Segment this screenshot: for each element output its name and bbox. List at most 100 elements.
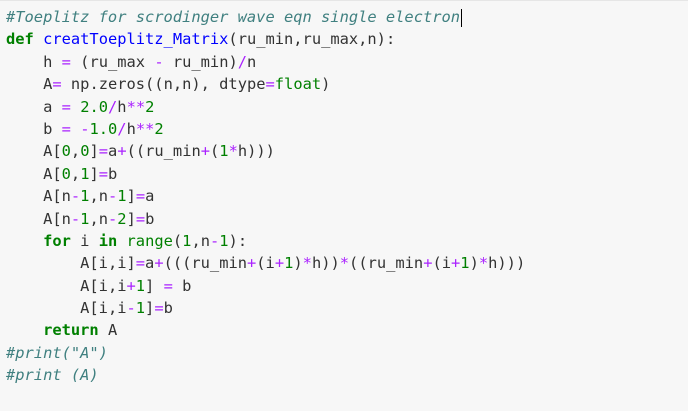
code-token: + [247, 254, 257, 273]
code-line[interactable]: return A [6, 319, 688, 341]
code-line[interactable]: #print("A") [6, 342, 688, 364]
code-token: ,n [89, 187, 108, 206]
code-token: b [145, 209, 155, 228]
text-cursor [461, 8, 463, 27]
code-token: + [274, 254, 285, 273]
code-token: - [108, 187, 118, 206]
code-token: n [247, 52, 257, 71]
code-token: b [172, 276, 192, 295]
code-token: / [108, 97, 118, 116]
code-token: #Toeplitz for scrodinger wave eqn single… [6, 8, 461, 26]
code-token: * [228, 142, 238, 161]
code-token: ,n [191, 231, 210, 250]
code-token: float [274, 75, 322, 94]
code-token: A[n [43, 209, 71, 228]
code-token: / [117, 119, 127, 138]
code-token: (((ru_min [163, 254, 247, 273]
code-token: 1 [135, 276, 146, 295]
code-token: a [145, 187, 155, 206]
code-token: return [43, 321, 99, 340]
code-token: ( [172, 231, 183, 250]
code-token: + [126, 276, 136, 295]
code-token: = [98, 164, 109, 183]
code-token: A [43, 75, 53, 94]
code-line[interactable]: A[0,0]=a+((ru_min+(1*h))) [6, 140, 688, 162]
code-line[interactable]: for i in range(1,n-1): [6, 230, 688, 252]
code-token: ((ru_min [349, 254, 424, 273]
code-line[interactable]: A[i,i+1] = b [6, 275, 688, 297]
code-token: A[n [43, 187, 71, 206]
code-line[interactable]: b = -1.0/h**2 [6, 118, 688, 140]
code-line[interactable]: A[n-1,n-2]=b [6, 208, 688, 230]
code-token: = [135, 209, 146, 228]
code-line[interactable]: A[0,1]=b [6, 163, 688, 185]
code-token: = [98, 142, 109, 161]
code-token: ] [145, 276, 164, 295]
code-token: #print (A) [6, 366, 99, 385]
code-token: creatToeplitz_Matrix [43, 30, 229, 49]
code-token: for [43, 231, 71, 250]
code-token: h [117, 97, 127, 116]
code-token: range [126, 231, 173, 250]
code-token: def [6, 30, 34, 49]
code-token: h))) [488, 254, 526, 273]
code-line[interactable]: h = (ru_max - ru_min)/n [6, 51, 688, 73]
code-token: 1 [117, 187, 127, 206]
code-token: 1 [219, 231, 229, 250]
code-token: ] [126, 209, 136, 228]
code-token: A[i,i] [80, 254, 136, 273]
code-token: h)) [311, 254, 340, 273]
code-token: * [302, 254, 312, 273]
code-token: b [43, 119, 62, 138]
code-token: = [135, 187, 146, 206]
code-token: A[ [43, 142, 62, 161]
code-line[interactable]: #Toeplitz for scrodinger wave eqn single… [6, 6, 688, 28]
code-line[interactable]: A[n-1,n-1]=a [6, 185, 688, 207]
code-token: - [154, 52, 164, 71]
code-token: = [163, 276, 173, 295]
code-token: ** [135, 119, 155, 138]
code-token: b [163, 299, 173, 318]
code-token: a [108, 142, 118, 161]
code-token: (ru_max [70, 52, 155, 71]
code-token: 0 [61, 164, 71, 183]
code-token: #print("A") [6, 343, 108, 362]
code-token: 2 [117, 209, 127, 228]
code-line[interactable]: A[i,i-1]=b [6, 297, 688, 319]
code-token: ] [89, 164, 99, 183]
code-token: A[i,i [80, 276, 127, 295]
code-token: ): [228, 231, 248, 250]
code-token: a [43, 97, 62, 116]
code-line[interactable]: a = 2.0/h**2 [6, 96, 688, 118]
code-token: A[i,i [80, 299, 127, 318]
code-line[interactable]: def creatToeplitz_Matrix(ru_min,ru_max,n… [6, 28, 688, 50]
code-token: - [126, 299, 136, 318]
code-line[interactable]: A[i,i]=a+(((ru_min+(i+1)*h))*((ru_min+(i… [6, 252, 688, 274]
code-token: A [98, 321, 118, 340]
code-token: - [70, 187, 81, 206]
code-token: i [70, 231, 99, 250]
code-token: ) [293, 254, 303, 273]
code-token: + [117, 142, 127, 161]
code-token: = [61, 97, 71, 116]
code-token: = [135, 254, 146, 273]
code-token: ] [89, 142, 99, 161]
code-line[interactable]: A= np.zeros((n,n), dtype=float) [6, 73, 688, 95]
code-token: ** [126, 97, 146, 116]
code-line[interactable]: #print (A) [6, 364, 688, 386]
code-token: ] [145, 299, 155, 318]
code-token: b [108, 164, 118, 183]
code-token: + [154, 254, 164, 273]
code-token: h))) [237, 142, 275, 161]
code-cell-editor[interactable]: #Toeplitz for scrodinger wave eqn single… [0, 0, 688, 411]
code-token: ] [126, 187, 136, 206]
